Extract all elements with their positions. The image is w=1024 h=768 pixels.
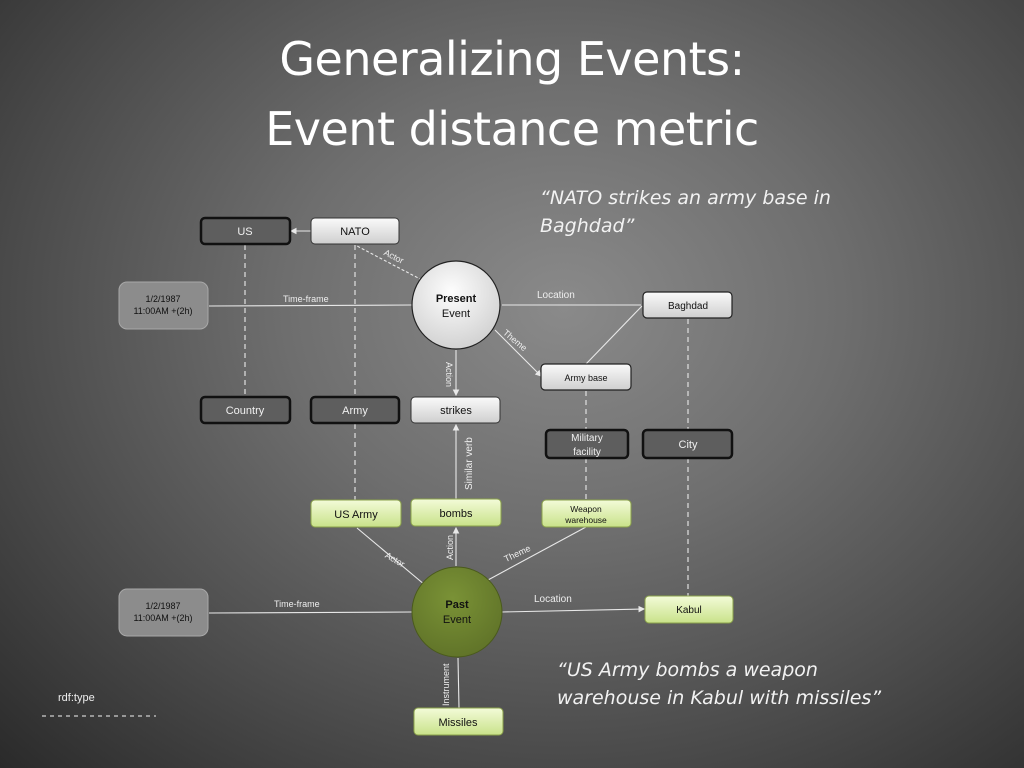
node-baghdad[interactable]: Baghdad: [642, 291, 733, 319]
node-present-event[interactable]: Present Event: [411, 260, 501, 350]
node-army-base[interactable]: Army base: [540, 363, 632, 391]
node-kabul[interactable]: Kabul: [644, 595, 734, 624]
node-present-time[interactable]: 1/2/1987 11:00AM +(2h): [118, 281, 209, 330]
node-country[interactable]: Country: [199, 395, 292, 425]
label-location-present: Location: [537, 290, 575, 301]
label-similar-verb: Similar verb: [464, 437, 475, 490]
label-actor-present: Actor: [382, 247, 405, 265]
node-nato-label: NATO: [340, 226, 370, 238]
past-event-title: Past: [445, 599, 469, 611]
node-military-facility[interactable]: Military facility: [544, 428, 630, 460]
legend-rdf-type-label: rdf:type: [58, 692, 95, 704]
edge-past-timeframe: [208, 611, 413, 614]
node-kabul-label: Kabul: [676, 605, 702, 616]
node-bombs[interactable]: bombs: [410, 498, 502, 527]
edge-past-instrument: [457, 657, 460, 709]
node-past-time-line2: 11:00AM +(2h): [133, 613, 192, 623]
node-army-label: Army: [342, 405, 368, 417]
node-weapon-warehouse-line2: warehouse: [564, 515, 607, 525]
node-us-army-label: US Army: [334, 509, 378, 521]
node-strikes[interactable]: strikes: [410, 396, 501, 424]
edge-armybase-baghdad: [585, 305, 643, 365]
node-army-base-label: Army base: [564, 373, 607, 383]
node-city[interactable]: City: [641, 428, 734, 460]
node-present-time-line2: 11:00AM +(2h): [133, 306, 192, 316]
node-city-label: City: [679, 439, 698, 451]
node-bombs-label: bombs: [439, 508, 473, 520]
node-missiles-label: Missiles: [438, 717, 478, 729]
node-missiles[interactable]: Missiles: [413, 707, 504, 736]
node-country-label: Country: [226, 405, 265, 417]
present-event-title: Present: [436, 293, 477, 305]
label-timeframe-present: Time-frame: [283, 294, 329, 304]
node-weapon-warehouse[interactable]: Weapon warehouse: [541, 499, 632, 528]
edge-present-timeframe: [208, 304, 413, 307]
event-graph-diagram: Actor Time-frame Location Theme Action S…: [42, 216, 734, 736]
edge-past-location: [501, 605, 646, 613]
label-instrument-past: Instrument: [441, 663, 451, 706]
label-timeframe-past: Time-frame: [274, 599, 320, 609]
node-military-facility-line1: Military: [571, 433, 603, 444]
node-past-time[interactable]: 1/2/1987 11:00AM +(2h): [118, 588, 209, 637]
node-past-time-line1: 1/2/1987: [145, 601, 180, 611]
edge-past-theme: [487, 526, 587, 581]
past-event-subtitle: Event: [443, 614, 471, 626]
node-strikes-label: strikes: [440, 405, 472, 417]
label-location-past: Location: [534, 594, 572, 605]
label-action-present: Action: [444, 362, 454, 387]
node-weapon-warehouse-line1: Weapon: [570, 504, 602, 514]
node-us-label: US: [237, 226, 252, 238]
node-present-time-line1: 1/2/1987: [145, 294, 180, 304]
label-theme-past: Theme: [503, 543, 533, 564]
node-us-army[interactable]: US Army: [310, 499, 402, 528]
node-past-event[interactable]: Past Event: [411, 566, 503, 658]
present-event-subtitle: Event: [442, 308, 470, 320]
label-actor-past: Actor: [383, 550, 406, 569]
label-action-past: Action: [445, 535, 455, 560]
node-us[interactable]: US: [199, 216, 292, 246]
node-nato[interactable]: NATO: [310, 217, 400, 245]
node-military-facility-line2: facility: [573, 447, 601, 458]
node-baghdad-label: Baghdad: [668, 301, 708, 312]
node-army[interactable]: Army: [309, 395, 401, 425]
